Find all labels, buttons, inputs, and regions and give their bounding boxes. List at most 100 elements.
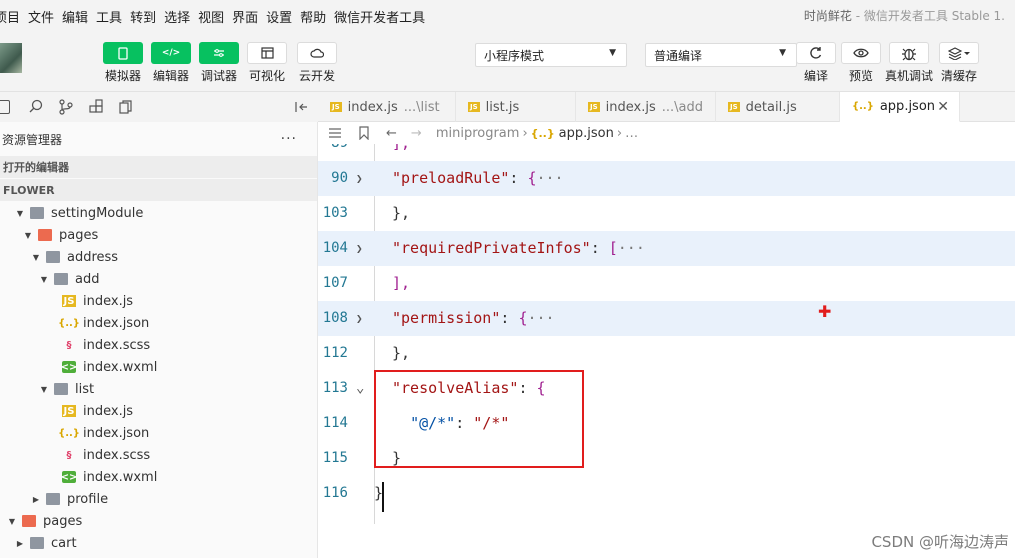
- code-editor[interactable]: ← → miniprogram › {..} app.json › … 89],…: [318, 122, 1015, 558]
- breadcrumb-root[interactable]: miniprogram: [436, 126, 520, 141]
- toolbar-button-label: 编译: [803, 69, 828, 83]
- phone-icon: [103, 42, 143, 64]
- menu-item[interactable]: 转到: [130, 7, 156, 26]
- tree-item[interactable]: JS index.js: [0, 290, 317, 312]
- tab-label: list.js: [485, 99, 520, 115]
- window-title-app: 时尚鲜花: [803, 9, 852, 23]
- tree-item[interactable]: <> index.wxml: [0, 466, 317, 488]
- chevron-right-icon: ▶: [16, 538, 24, 548]
- fold-chevron-down-icon[interactable]: ⌄: [356, 371, 364, 406]
- tree-item-label: list: [75, 381, 95, 397]
- code-line[interactable]: 90 ❯ "preloadRule": {···: [318, 161, 1015, 196]
- tab-index-js[interactable]: JS index.js ...\add: [576, 92, 716, 122]
- tree-item[interactable]: {..} index.json: [0, 422, 317, 444]
- search-icon[interactable]: [28, 99, 44, 115]
- code-line[interactable]: 107],: [318, 266, 1015, 301]
- tab-detail-js[interactable]: JS detail.js: [716, 92, 840, 122]
- simulator-button[interactable]: 模拟器: [101, 42, 145, 88]
- extensions-icon[interactable]: [88, 99, 104, 115]
- menu-item[interactable]: 选择: [164, 7, 190, 26]
- tree-item[interactable]: <> index.wxml: [0, 356, 317, 378]
- tree-item-label: index.wxml: [83, 359, 158, 375]
- compile-select[interactable]: 普通编译 ▼: [645, 43, 797, 67]
- tab-index-js[interactable]: JS index.js ...\list: [318, 92, 456, 122]
- clear-cache-button[interactable]: 清缓存: [937, 42, 981, 88]
- tree-item[interactable]: § index.scss: [0, 444, 317, 466]
- wxml-file-icon: <>: [60, 361, 78, 373]
- layers-icon: [939, 42, 979, 64]
- close-icon[interactable]: ✕: [937, 99, 949, 115]
- menu-item[interactable]: 工具: [96, 7, 122, 26]
- menu-item[interactable]: 设置: [266, 7, 292, 26]
- mode-select[interactable]: 小程序模式 ▼: [475, 43, 627, 67]
- code-line[interactable]: 89],: [318, 144, 1015, 161]
- menu-item[interactable]: 视图: [198, 7, 224, 26]
- pages-folder-icon: [38, 229, 52, 241]
- menu-item[interactable]: 项目: [0, 7, 20, 26]
- breadcrumb-tail[interactable]: …: [625, 126, 638, 141]
- refresh-icon: [796, 42, 836, 64]
- tree-item[interactable]: ▼ address: [0, 246, 317, 268]
- visual-button[interactable]: 可视化: [245, 42, 289, 88]
- tree-item[interactable]: ▼ list: [0, 378, 317, 400]
- bookmark-icon[interactable]: [358, 126, 370, 140]
- menu-item[interactable]: 界面: [232, 7, 258, 26]
- code-line[interactable]: 103},: [318, 196, 1015, 231]
- code-area[interactable]: 89], 90 ❯ "preloadRule": {··· 103}, 104 ❯ "requ…: [318, 144, 1015, 558]
- tree-item[interactable]: § index.scss: [0, 334, 317, 356]
- js-file-icon: JS: [62, 405, 76, 417]
- files-icon[interactable]: [0, 100, 10, 114]
- code-line[interactable]: 112},: [318, 336, 1015, 371]
- tree-item[interactable]: JS index.js: [0, 400, 317, 422]
- cloud-dev-button[interactable]: 云开发: [295, 42, 339, 88]
- list-icon[interactable]: [328, 127, 342, 139]
- tab-list-js[interactable]: JS list.js: [456, 92, 576, 122]
- fold-chevron-right-icon[interactable]: ❯: [356, 231, 363, 266]
- tree-item-label: index.wxml: [83, 469, 158, 485]
- code-line[interactable]: 108 ❯ "permission": {···: [318, 301, 1015, 336]
- tree-item[interactable]: ▼ pages: [0, 510, 317, 532]
- back-arrow-icon[interactable]: ←: [386, 126, 397, 141]
- tree-item[interactable]: ▶ profile: [0, 488, 317, 510]
- pages-folder-icon: [22, 515, 36, 527]
- tree-item[interactable]: {..} index.json: [0, 312, 317, 334]
- project-avatar[interactable]: [0, 43, 22, 73]
- toolbar-button-label: 清缓存: [940, 69, 977, 83]
- editor-button[interactable]: </> 编辑器: [149, 42, 193, 88]
- project-section[interactable]: FLOWER: [0, 179, 317, 201]
- file-tree: ▼ settingModule ▼ pages ▼ address ▼ add JS index.…: [0, 202, 317, 554]
- more-icon[interactable]: ···: [281, 131, 297, 147]
- tree-item[interactable]: ▼ add: [0, 268, 317, 290]
- collapse-sidebar-icon[interactable]: [294, 99, 310, 115]
- chevron-down-icon: ▼: [40, 274, 48, 284]
- tree-item[interactable]: ▶ cart: [0, 532, 317, 554]
- menu-item[interactable]: 文件: [28, 7, 54, 26]
- open-editors-section[interactable]: 打开的编辑器: [0, 156, 317, 178]
- tab-app-json[interactable]: {..} app.json ✕: [840, 92, 960, 122]
- menu-item[interactable]: 微信开发者工具: [334, 7, 425, 26]
- code-line[interactable]: 116}: [318, 476, 1015, 511]
- code-text: },: [392, 344, 411, 362]
- source-control-icon[interactable]: [58, 99, 74, 115]
- copy-icon[interactable]: [118, 99, 134, 115]
- explorer-title: 资源管理器: [2, 132, 63, 147]
- tree-item[interactable]: ▼ pages: [0, 224, 317, 246]
- menu-item[interactable]: 帮助: [300, 7, 326, 26]
- compile-button[interactable]: 编译: [794, 42, 838, 88]
- eye-icon: [841, 42, 881, 64]
- tab-label: index.js: [347, 99, 398, 115]
- forward-arrow-icon[interactable]: →: [411, 126, 422, 141]
- preview-button[interactable]: 预览: [839, 42, 883, 88]
- chevron-down-icon: ▼: [24, 230, 32, 240]
- menu-item[interactable]: 编辑: [62, 7, 88, 26]
- tree-item[interactable]: ▼ settingModule: [0, 202, 317, 224]
- code-line[interactable]: 104 ❯ "requiredPrivateInfos": [···: [318, 231, 1015, 266]
- activity-bar: [0, 92, 318, 122]
- compile-select-value: 普通编译: [654, 48, 703, 63]
- code-text: "preloadRule": {···: [392, 169, 564, 187]
- breadcrumb-file[interactable]: app.json: [559, 126, 614, 141]
- remote-debug-button[interactable]: 真机调试: [881, 42, 937, 88]
- debugger-button[interactable]: 调试器: [197, 42, 241, 88]
- fold-chevron-right-icon[interactable]: ❯: [356, 301, 363, 336]
- fold-chevron-right-icon[interactable]: ❯: [356, 161, 363, 196]
